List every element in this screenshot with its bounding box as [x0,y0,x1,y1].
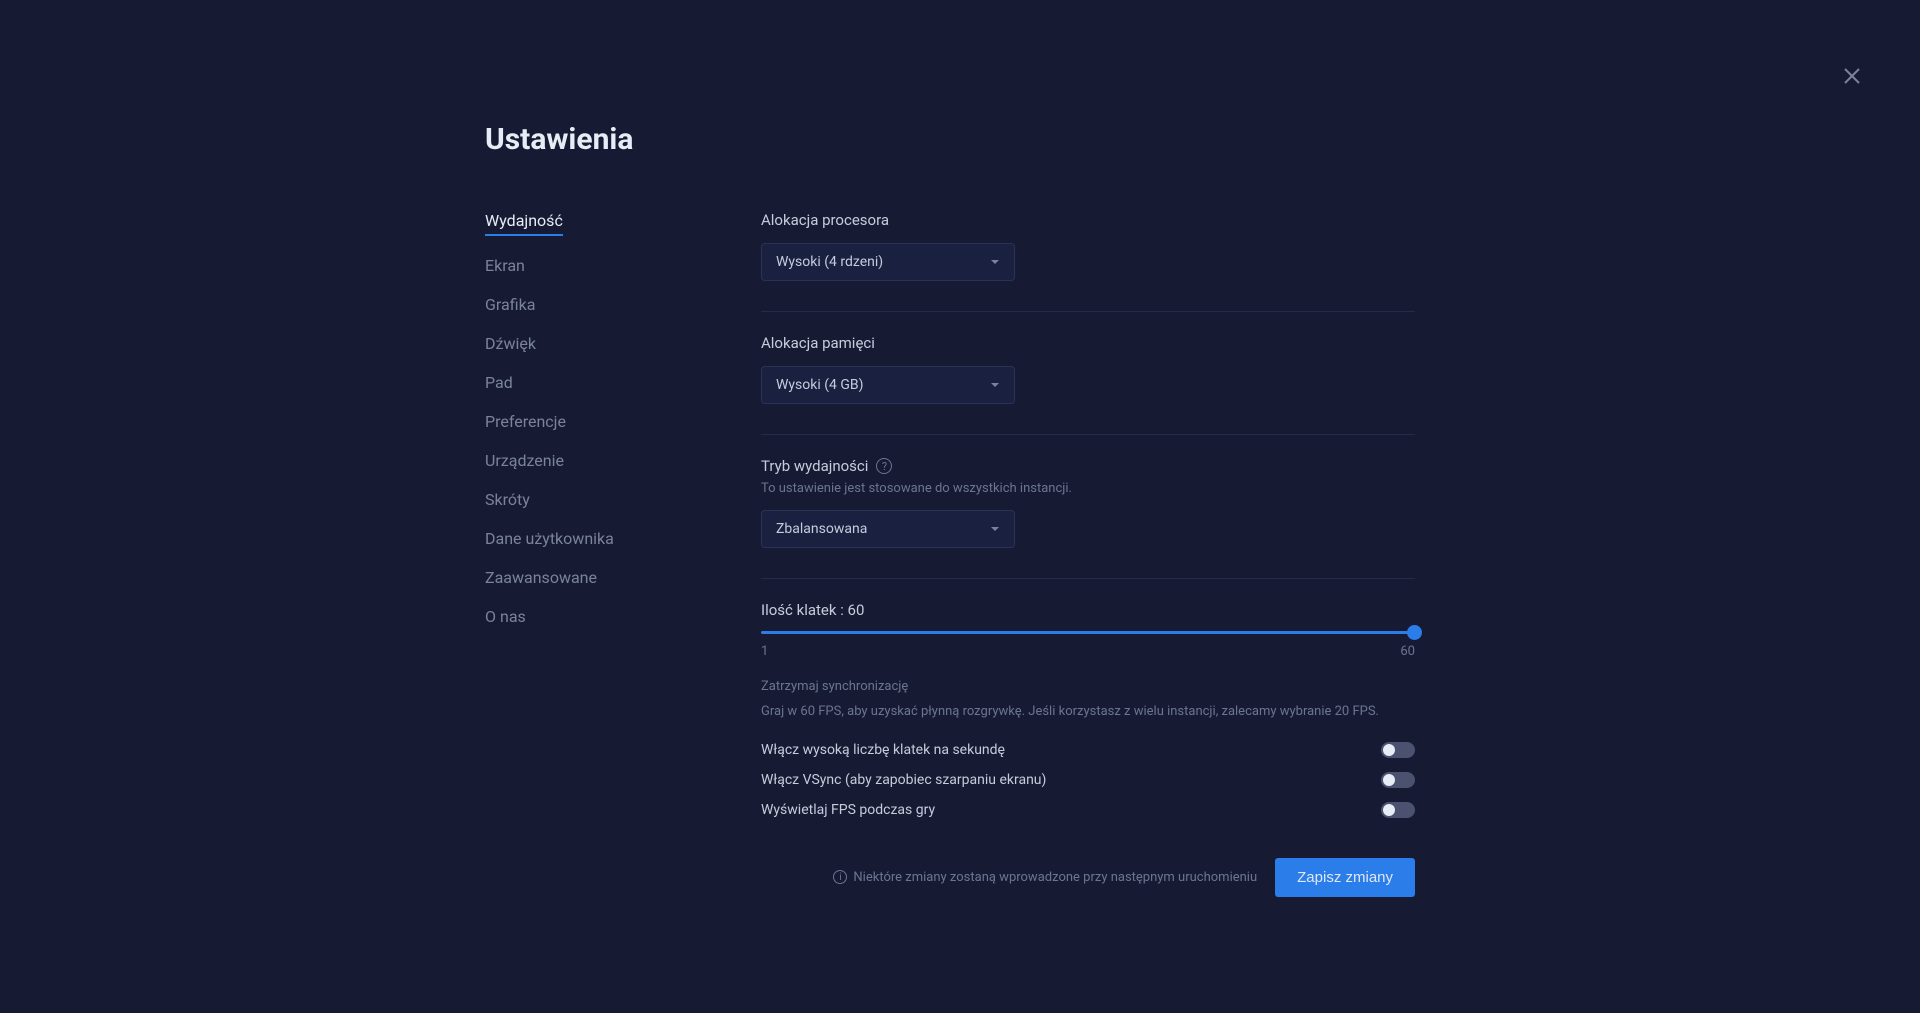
frames-slider-thumb[interactable] [1407,625,1422,640]
sidebar-item-shortcuts[interactable]: Skróty [485,490,530,509]
performance-mode-select[interactable]: Zbalansowana [761,510,1015,548]
sidebar-item-display[interactable]: Ekran [485,256,525,275]
vsync-toggle[interactable] [1381,772,1415,788]
chevron-down-icon [990,380,1000,390]
vsync-label: Włącz VSync (aby zapobiec szarpaniu ekra… [761,772,1046,788]
sidebar-item-gamepad[interactable]: Pad [485,373,513,392]
sync-label: Zatrzymaj synchronizację [761,679,1415,694]
sync-description: Graj w 60 FPS, aby uzyskać płynną rozgry… [761,702,1415,722]
performance-mode-sublabel: To ustawienie jest stosowane do wszystki… [761,481,1415,496]
memory-allocation-label: Alokacja pamięci [761,334,1415,352]
settings-content: Alokacja procesora Wysoki (4 rdzeni) Alo… [761,211,1415,897]
sidebar-item-device[interactable]: Urządzenie [485,451,564,470]
sidebar-item-performance[interactable]: Wydajność [485,211,563,236]
cpu-allocation-value: Wysoki (4 rdzeni) [776,254,883,270]
chevron-down-icon [990,257,1000,267]
chevron-down-icon [990,524,1000,534]
performance-mode-value: Zbalansowana [776,521,867,537]
memory-allocation-select[interactable]: Wysoki (4 GB) [761,366,1015,404]
sidebar-item-userdata[interactable]: Dane użytkownika [485,529,614,548]
show-fps-label: Wyświetlaj FPS podczas gry [761,802,935,818]
info-icon: i [833,870,847,884]
divider [761,578,1415,579]
sidebar-item-preferences[interactable]: Preferencje [485,412,566,431]
sidebar-item-audio[interactable]: Dźwięk [485,334,536,353]
toggle-knob [1383,774,1395,786]
frames-label: Ilość klatek : 60 [761,601,1415,619]
restart-note: i Niektóre zmiany zostaną wprowadzone pr… [833,870,1257,885]
close-icon [1840,64,1864,88]
show-fps-toggle[interactable] [1381,802,1415,818]
restart-note-text: Niektóre zmiany zostaną wprowadzone przy… [853,870,1257,885]
high-fps-toggle[interactable] [1381,742,1415,758]
sidebar-item-advanced[interactable]: Zaawansowane [485,568,597,587]
high-fps-label: Włącz wysoką liczbę klatek na sekundę [761,742,1005,758]
performance-mode-label-text: Tryb wydajności [761,457,868,475]
close-button[interactable] [1840,64,1864,88]
frames-slider[interactable] [761,631,1415,634]
page-title: Ustawienia [485,122,1415,157]
frames-slider-range: 1 60 [761,644,1415,659]
performance-mode-label: Tryb wydajności ? [761,457,1415,475]
sidebar-item-graphics[interactable]: Grafika [485,295,535,314]
frames-max: 60 [1400,644,1415,659]
divider [761,434,1415,435]
help-icon[interactable]: ? [876,458,892,474]
sidebar-item-about[interactable]: O nas [485,607,526,626]
frames-min: 1 [761,644,768,659]
toggle-knob [1383,744,1395,756]
cpu-allocation-label: Alokacja procesora [761,211,1415,229]
divider [761,311,1415,312]
settings-sidebar: Wydajność Ekran Grafika Dźwięk Pad Prefe… [485,211,761,897]
save-button[interactable]: Zapisz zmiany [1275,858,1415,897]
memory-allocation-value: Wysoki (4 GB) [776,377,864,393]
toggle-knob [1383,804,1395,816]
cpu-allocation-select[interactable]: Wysoki (4 rdzeni) [761,243,1015,281]
